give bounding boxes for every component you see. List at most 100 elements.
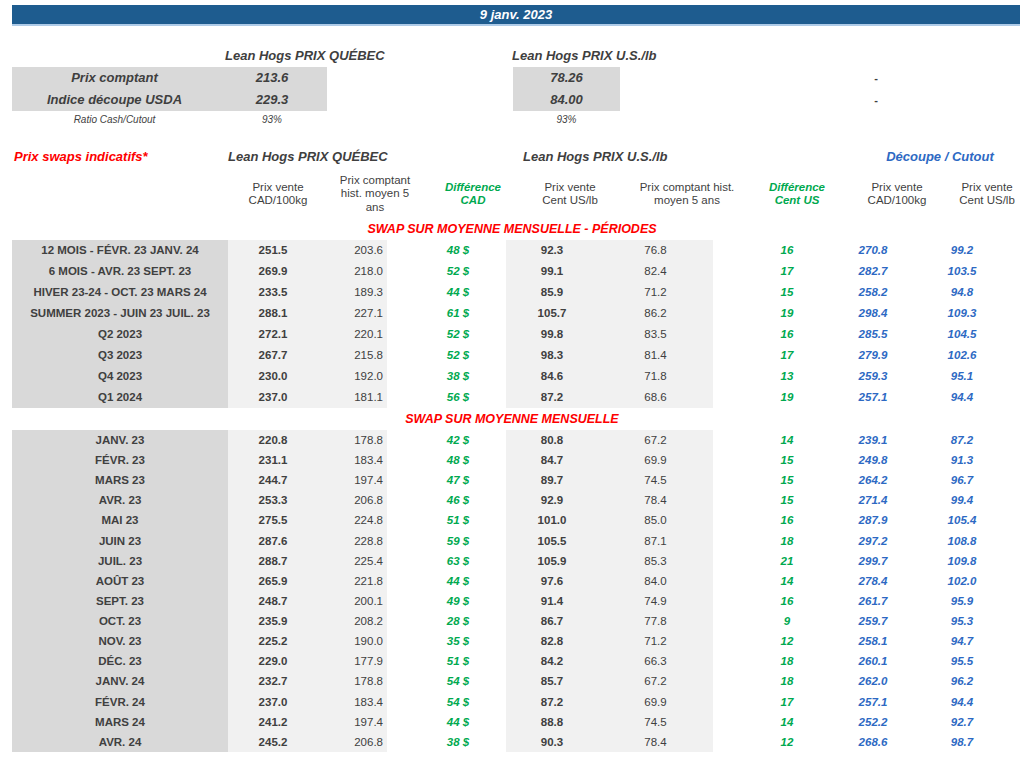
cell-difference-us: 17 — [737, 261, 837, 282]
cell-period-label: HIVER 23-24 - OCT. 23 MARS 24 — [12, 282, 228, 303]
cell-difference-cad: 59 $ — [410, 531, 506, 551]
cell-prix-vente-cad: 267.7 — [228, 345, 318, 366]
cell-comptant-hist-cad: 183.4 — [318, 450, 387, 470]
cell-period-label: JUIL. 23 — [12, 551, 228, 571]
cell-difference-cad: 44 $ — [410, 282, 506, 303]
cell-cutout-cad: 285.5 — [833, 324, 913, 345]
cell-cutout-us: 103.5 — [913, 261, 1011, 282]
cell-prix-vente-cad: 237.0 — [228, 387, 318, 408]
cell-period-label: FÉVR. 24 — [12, 692, 228, 712]
cell-prix-vente-us: 86.7 — [506, 611, 598, 631]
cell-prix-vente-cad: 253.3 — [228, 490, 318, 510]
cell-prix-vente-us: 99.8 — [506, 324, 598, 345]
cell-prix-vente-us: 105.9 — [506, 551, 598, 571]
cell-period-label: AVR. 23 — [12, 490, 228, 510]
cell-comptant-hist-cad: 197.4 — [318, 470, 387, 490]
cell-cutout-cad: 298.4 — [833, 303, 913, 324]
cell-difference-us: 15 — [737, 450, 837, 470]
cell-comptant-hist-us: 82.4 — [598, 261, 713, 282]
spot-label: Prix comptant — [12, 67, 217, 89]
cell-prix-vente-cad: 287.6 — [228, 531, 318, 551]
cell-difference-cad: 52 $ — [410, 345, 506, 366]
cell-comptant-hist-cad: 190.0 — [318, 631, 387, 651]
cell-prix-vente-us: 87.2 — [506, 387, 598, 408]
cell-prix-vente-cad: 233.5 — [228, 282, 318, 303]
cell-prix-vente-cad: 269.9 — [228, 261, 318, 282]
cell-difference-cad: 52 $ — [410, 324, 506, 345]
col-header-difference-cad: Différence CAD — [433, 170, 513, 218]
cell-difference-us: 18 — [737, 671, 837, 691]
cell-cutout-us: 94.8 — [913, 282, 1011, 303]
col-header-difference-us: Différence Cent US — [755, 170, 839, 218]
spot-us-value: 78.26 — [513, 67, 620, 89]
spot-right-dash: - — [840, 67, 912, 89]
section-header-mensuelle: SWAP SUR MOYENNE MENSUELLE — [0, 412, 1024, 426]
cell-cutout-us: 95.5 — [913, 651, 1011, 671]
cell-difference-cad: 42 $ — [410, 430, 506, 450]
cell-prix-vente-cad: 265.9 — [228, 571, 318, 591]
cell-period-label: NOV. 23 — [12, 631, 228, 651]
cell-difference-us: 12 — [737, 631, 837, 651]
cell-comptant-hist-cad: 221.8 — [318, 571, 387, 591]
cell-period-label: FÉVR. 23 — [12, 450, 228, 470]
cell-difference-cad: 51 $ — [410, 651, 506, 671]
cell-cutout-cad: 261.7 — [833, 591, 913, 611]
spot-quebec-value: 229.3 — [217, 89, 327, 111]
cell-comptant-hist-us: 67.2 — [598, 671, 713, 691]
spot-quebec-value: 213.6 — [217, 67, 327, 89]
cell-cutout-cad: 257.1 — [833, 387, 913, 408]
cell-difference-us: 18 — [737, 531, 837, 551]
cell-period-label: MARS 23 — [12, 470, 228, 490]
cell-difference-cad: 46 $ — [410, 490, 506, 510]
col-header-prix-vente-us: Prix vente Cent US/lb — [536, 170, 604, 218]
cell-comptant-hist-cad: 177.9 — [318, 651, 387, 671]
cell-period-label: 12 MOIS - FÉVR. 23 JANV. 24 — [12, 240, 228, 261]
cell-cutout-cad: 271.4 — [833, 490, 913, 510]
cell-period-label: MAI 23 — [12, 510, 228, 530]
cell-comptant-hist-cad: 178.8 — [318, 430, 387, 450]
cell-difference-cad: 63 $ — [410, 551, 506, 571]
cell-comptant-hist-us: 78.4 — [598, 490, 713, 510]
cell-comptant-hist-cad: 208.2 — [318, 611, 387, 631]
cell-period-label: JUIN 23 — [12, 531, 228, 551]
cell-period-label: JANV. 23 — [12, 430, 228, 450]
cell-cutout-us: 87.2 — [913, 430, 1011, 450]
cell-prix-vente-cad: 251.5 — [228, 240, 318, 261]
col-header-cutout-us: Prix vente Cent US/lb — [953, 170, 1021, 218]
cell-difference-cad: 54 $ — [410, 671, 506, 691]
cell-difference-us: 18 — [737, 651, 837, 671]
cell-difference-us: 15 — [737, 282, 837, 303]
cell-cutout-cad: 270.8 — [833, 240, 913, 261]
cell-difference-us: 15 — [737, 490, 837, 510]
cell-comptant-hist-cad: 225.4 — [318, 551, 387, 571]
cell-cutout-cad: 252.2 — [833, 712, 913, 732]
cell-cutout-cad: 262.0 — [833, 671, 913, 691]
cell-difference-cad: 51 $ — [410, 510, 506, 530]
cell-prix-vente-us: 98.3 — [506, 345, 598, 366]
cell-difference-us: 14 — [737, 712, 837, 732]
cell-cutout-us: 104.5 — [913, 324, 1011, 345]
cell-period-label: 6 MOIS - AVR. 23 SEPT. 23 — [12, 261, 228, 282]
cell-cutout-cad: 268.6 — [833, 732, 913, 752]
cell-comptant-hist-cad: 183.4 — [318, 692, 387, 712]
cell-cutout-us: 108.8 — [913, 531, 1011, 551]
cell-prix-vente-cad: 232.7 — [228, 671, 318, 691]
cell-difference-us: 14 — [737, 571, 837, 591]
cell-difference-cad: 48 $ — [410, 240, 506, 261]
cell-cutout-us: 94.7 — [913, 631, 1011, 651]
cell-prix-vente-us: 82.8 — [506, 631, 598, 651]
cell-prix-vente-us: 105.5 — [506, 531, 598, 551]
col-header-prix-vente-cad: Prix vente CAD/100kg — [242, 170, 314, 218]
cell-prix-vente-cad: 241.2 — [228, 712, 318, 732]
cell-prix-vente-us: 80.8 — [506, 430, 598, 450]
cell-prix-vente-us: 84.7 — [506, 450, 598, 470]
cell-comptant-hist-us: 78.4 — [598, 732, 713, 752]
spot-us-header: Lean Hogs PRIX U.S./lb — [512, 48, 656, 63]
cell-comptant-hist-us: 77.8 — [598, 611, 713, 631]
cell-cutout-cad: 258.1 — [833, 631, 913, 651]
cell-difference-cad: 54 $ — [410, 692, 506, 712]
cell-difference-cad: 38 $ — [410, 732, 506, 752]
cell-comptant-hist-cad: 220.1 — [318, 324, 387, 345]
cell-difference-cad: 35 $ — [410, 631, 506, 651]
cell-period-label: Q1 2024 — [12, 387, 228, 408]
